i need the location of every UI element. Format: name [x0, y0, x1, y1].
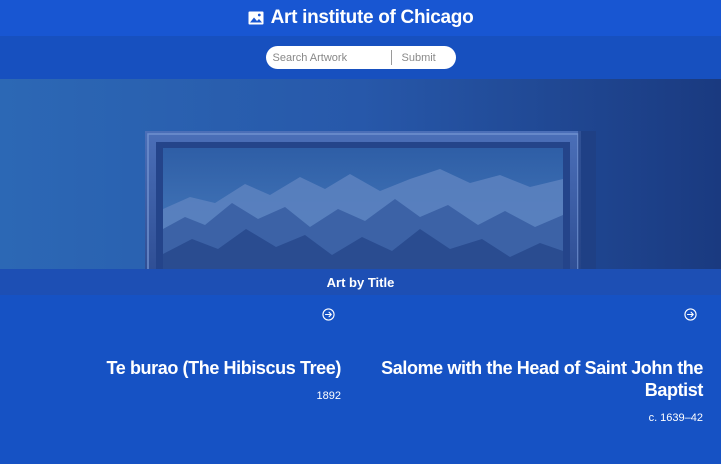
artwork-date: 1892: [316, 390, 341, 402]
site-title[interactable]: Art institute of Chicago: [271, 7, 474, 29]
section-title-bar: Art by Title: [0, 269, 721, 295]
artwork-title[interactable]: Salome with the Head of Saint John the B…: [360, 357, 703, 401]
search-bar: Submit: [0, 36, 721, 79]
artwork-date: c. 1639–42: [648, 412, 703, 424]
search-form: Submit: [265, 46, 456, 69]
artwork-card[interactable]: Te burao (The Hibiscus Tree) 1892: [0, 295, 341, 464]
image-icon: [248, 11, 264, 25]
search-input[interactable]: [265, 46, 391, 69]
submit-button[interactable]: Submit: [392, 46, 456, 69]
hero-banner: [0, 79, 721, 269]
artwork-title[interactable]: Te burao (The Hibiscus Tree): [0, 357, 341, 379]
site-header: Art institute of Chicago: [0, 0, 721, 36]
hero-image: [0, 79, 721, 269]
page: Art institute of Chicago Submit: [0, 0, 721, 464]
arrow-circle-right-icon[interactable]: [322, 308, 335, 321]
artwork-card[interactable]: Salome with the Head of Saint John the B…: [360, 295, 703, 464]
section-title: Art by Title: [326, 274, 395, 290]
artwork-list: Te burao (The Hibiscus Tree) 1892 Salome…: [0, 295, 721, 464]
arrow-circle-right-icon[interactable]: [684, 308, 697, 321]
